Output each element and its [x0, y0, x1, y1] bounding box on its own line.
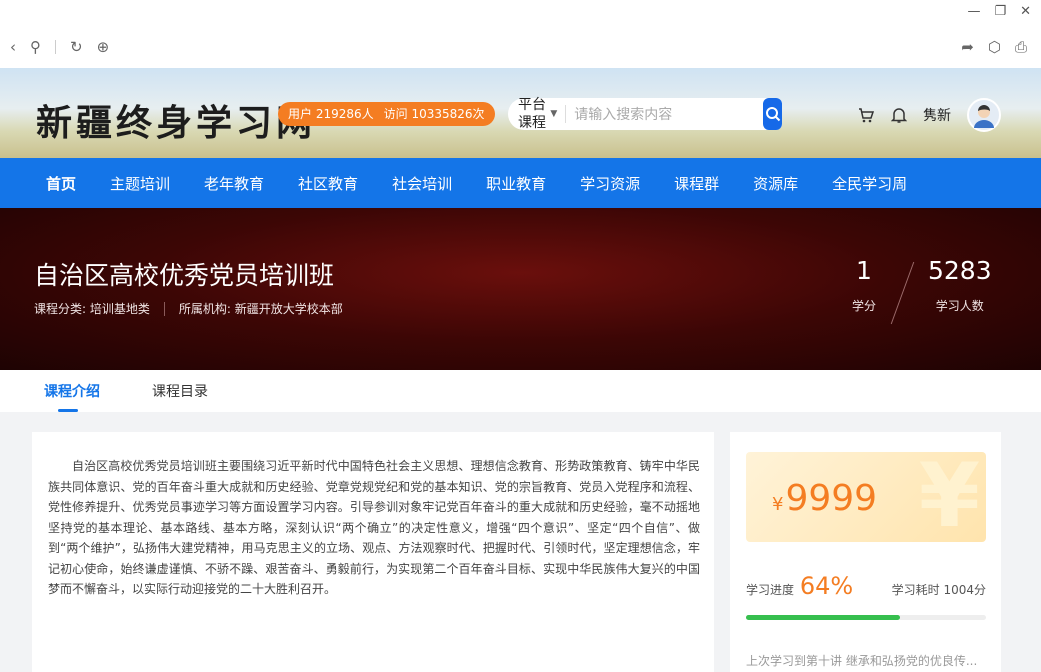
- globe-icon[interactable]: ⊕: [97, 38, 110, 56]
- main-nav: 首页 主题培训 老年教育 社区教育 社会培训 职业教育 学习资源 课程群 资源库 全民学习周: [0, 158, 1041, 208]
- minimize-icon[interactable]: —: [967, 4, 980, 19]
- back-icon[interactable]: ‹: [10, 38, 16, 56]
- nav-item-0[interactable]: 首页: [46, 173, 76, 194]
- learners-label: 学习人数: [935, 299, 984, 313]
- restore-icon[interactable]: ❐: [994, 4, 1006, 19]
- box-icon[interactable]: ⬡: [988, 38, 1001, 56]
- price-card: ¥ ¥ 9999: [746, 452, 986, 542]
- currency-symbol: ¥: [772, 494, 784, 515]
- share-icon[interactable]: ➦: [961, 38, 974, 56]
- course-meta: 课程分类: 培训基地类 所属机构: 新疆开放大学校本部: [34, 300, 343, 317]
- nav-item-7[interactable]: 课程群: [674, 173, 719, 194]
- nav-item-4[interactable]: 社会培训: [392, 173, 452, 194]
- caret-down-icon: ▼: [550, 109, 558, 119]
- search-bar: 平台课程 ▼: [508, 97, 782, 131]
- users-count: 用户 219286人: [288, 107, 374, 121]
- nav-item-8[interactable]: 资源库: [753, 173, 798, 194]
- nav-item-1[interactable]: 主题培训: [110, 173, 170, 194]
- bell-icon[interactable]: [891, 106, 907, 124]
- nav-item-6[interactable]: 学习资源: [580, 173, 640, 194]
- credit-value: 1: [856, 256, 872, 285]
- search-category-label: 平台课程: [518, 97, 546, 131]
- nav-item-5[interactable]: 职业教育: [486, 173, 546, 194]
- learners-stat: 5283 学习人数: [928, 256, 992, 314]
- search-category-select[interactable]: 平台课程 ▼: [508, 97, 567, 131]
- tab-intro[interactable]: 课程介绍: [44, 370, 100, 412]
- browser-nav: ‹ ⚲ ↻ ⊕: [10, 38, 109, 56]
- credit-label: 学分: [852, 299, 877, 313]
- user-name[interactable]: 隽新: [923, 105, 951, 125]
- nav-item-9[interactable]: 全民学习周: [832, 173, 907, 194]
- link-icon[interactable]: ⚲: [30, 38, 41, 56]
- credit-stat: 1 学分: [852, 256, 876, 314]
- time-spent: 学习耗时 1004分: [891, 583, 986, 597]
- screenshot-icon[interactable]: ⎙: [1015, 38, 1027, 56]
- cart-icon[interactable]: [857, 106, 875, 124]
- close-icon[interactable]: ✕: [1020, 4, 1031, 19]
- window-controls: — ❐ ✕: [967, 4, 1031, 19]
- browser-actions: ➦ ⬡ ⎙: [961, 38, 1027, 56]
- stat-divider: [890, 261, 915, 325]
- search-button[interactable]: [763, 98, 782, 130]
- divider: [163, 301, 165, 316]
- learners-value: 5283: [928, 256, 992, 285]
- user-area: 隽新: [857, 98, 1001, 132]
- course-tabs: 课程介绍 课程目录: [0, 370, 1041, 412]
- price-value: 9999: [785, 478, 878, 519]
- visits-count: 访问 10335826次: [383, 107, 485, 121]
- progress-bar-fill: [746, 615, 900, 620]
- progress-bar: [746, 615, 986, 620]
- user-avatar-icon: [974, 105, 994, 128]
- divider: [55, 40, 56, 54]
- course-org: 所属机构: 新疆开放大学校本部: [178, 302, 343, 316]
- site-header: 新疆终身学习网 用户 219286人 访问 10335826次 平台课程 ▼ 隽…: [0, 68, 1041, 158]
- progress-percent: 64%: [799, 572, 854, 600]
- last-study-link[interactable]: 上次学习到第十讲 继承和弘扬党的优良传...: [746, 652, 977, 669]
- site-stats-badge: 用户 219286人 访问 10335826次: [278, 102, 495, 126]
- tab-catalog[interactable]: 课程目录: [152, 370, 208, 412]
- course-price: ¥ 9999: [772, 478, 877, 519]
- avatar[interactable]: [967, 98, 1001, 132]
- course-title: 自治区高校优秀党员培训班: [34, 261, 335, 290]
- course-banner: 自治区高校优秀党员培训班 课程分类: 培训基地类 所属机构: 新疆开放大学校本部…: [0, 208, 1041, 370]
- site-logo[interactable]: 新疆终身学习网: [36, 94, 316, 146]
- search-icon: [765, 107, 780, 122]
- search-input[interactable]: [566, 106, 764, 122]
- course-category: 课程分类: 培训基地类: [34, 302, 150, 316]
- browser-chrome: — ❐ ✕ ‹ ⚲ ↻ ⊕ ➦ ⬡ ⎙: [0, 0, 1041, 68]
- nav-item-3[interactable]: 社区教育: [298, 173, 358, 194]
- yen-watermark-icon: ¥: [918, 452, 980, 542]
- course-intro: 自治区高校优秀党员培训班主要围绕习近平新时代中国特色社会主义思想、理想信念教育、…: [32, 432, 714, 672]
- progress-info: 学习进度 64%: [746, 572, 853, 600]
- progress-label: 学习进度: [746, 583, 795, 597]
- nav-item-2[interactable]: 老年教育: [204, 173, 264, 194]
- progress-row: 学习进度 64% 学习耗时 1004分: [746, 572, 986, 600]
- reload-icon[interactable]: ↻: [70, 38, 83, 56]
- course-side-panel: ¥ ¥ 9999 学习进度 64% 学习耗时 1004分 上次学习到第十讲 继承…: [730, 432, 1001, 672]
